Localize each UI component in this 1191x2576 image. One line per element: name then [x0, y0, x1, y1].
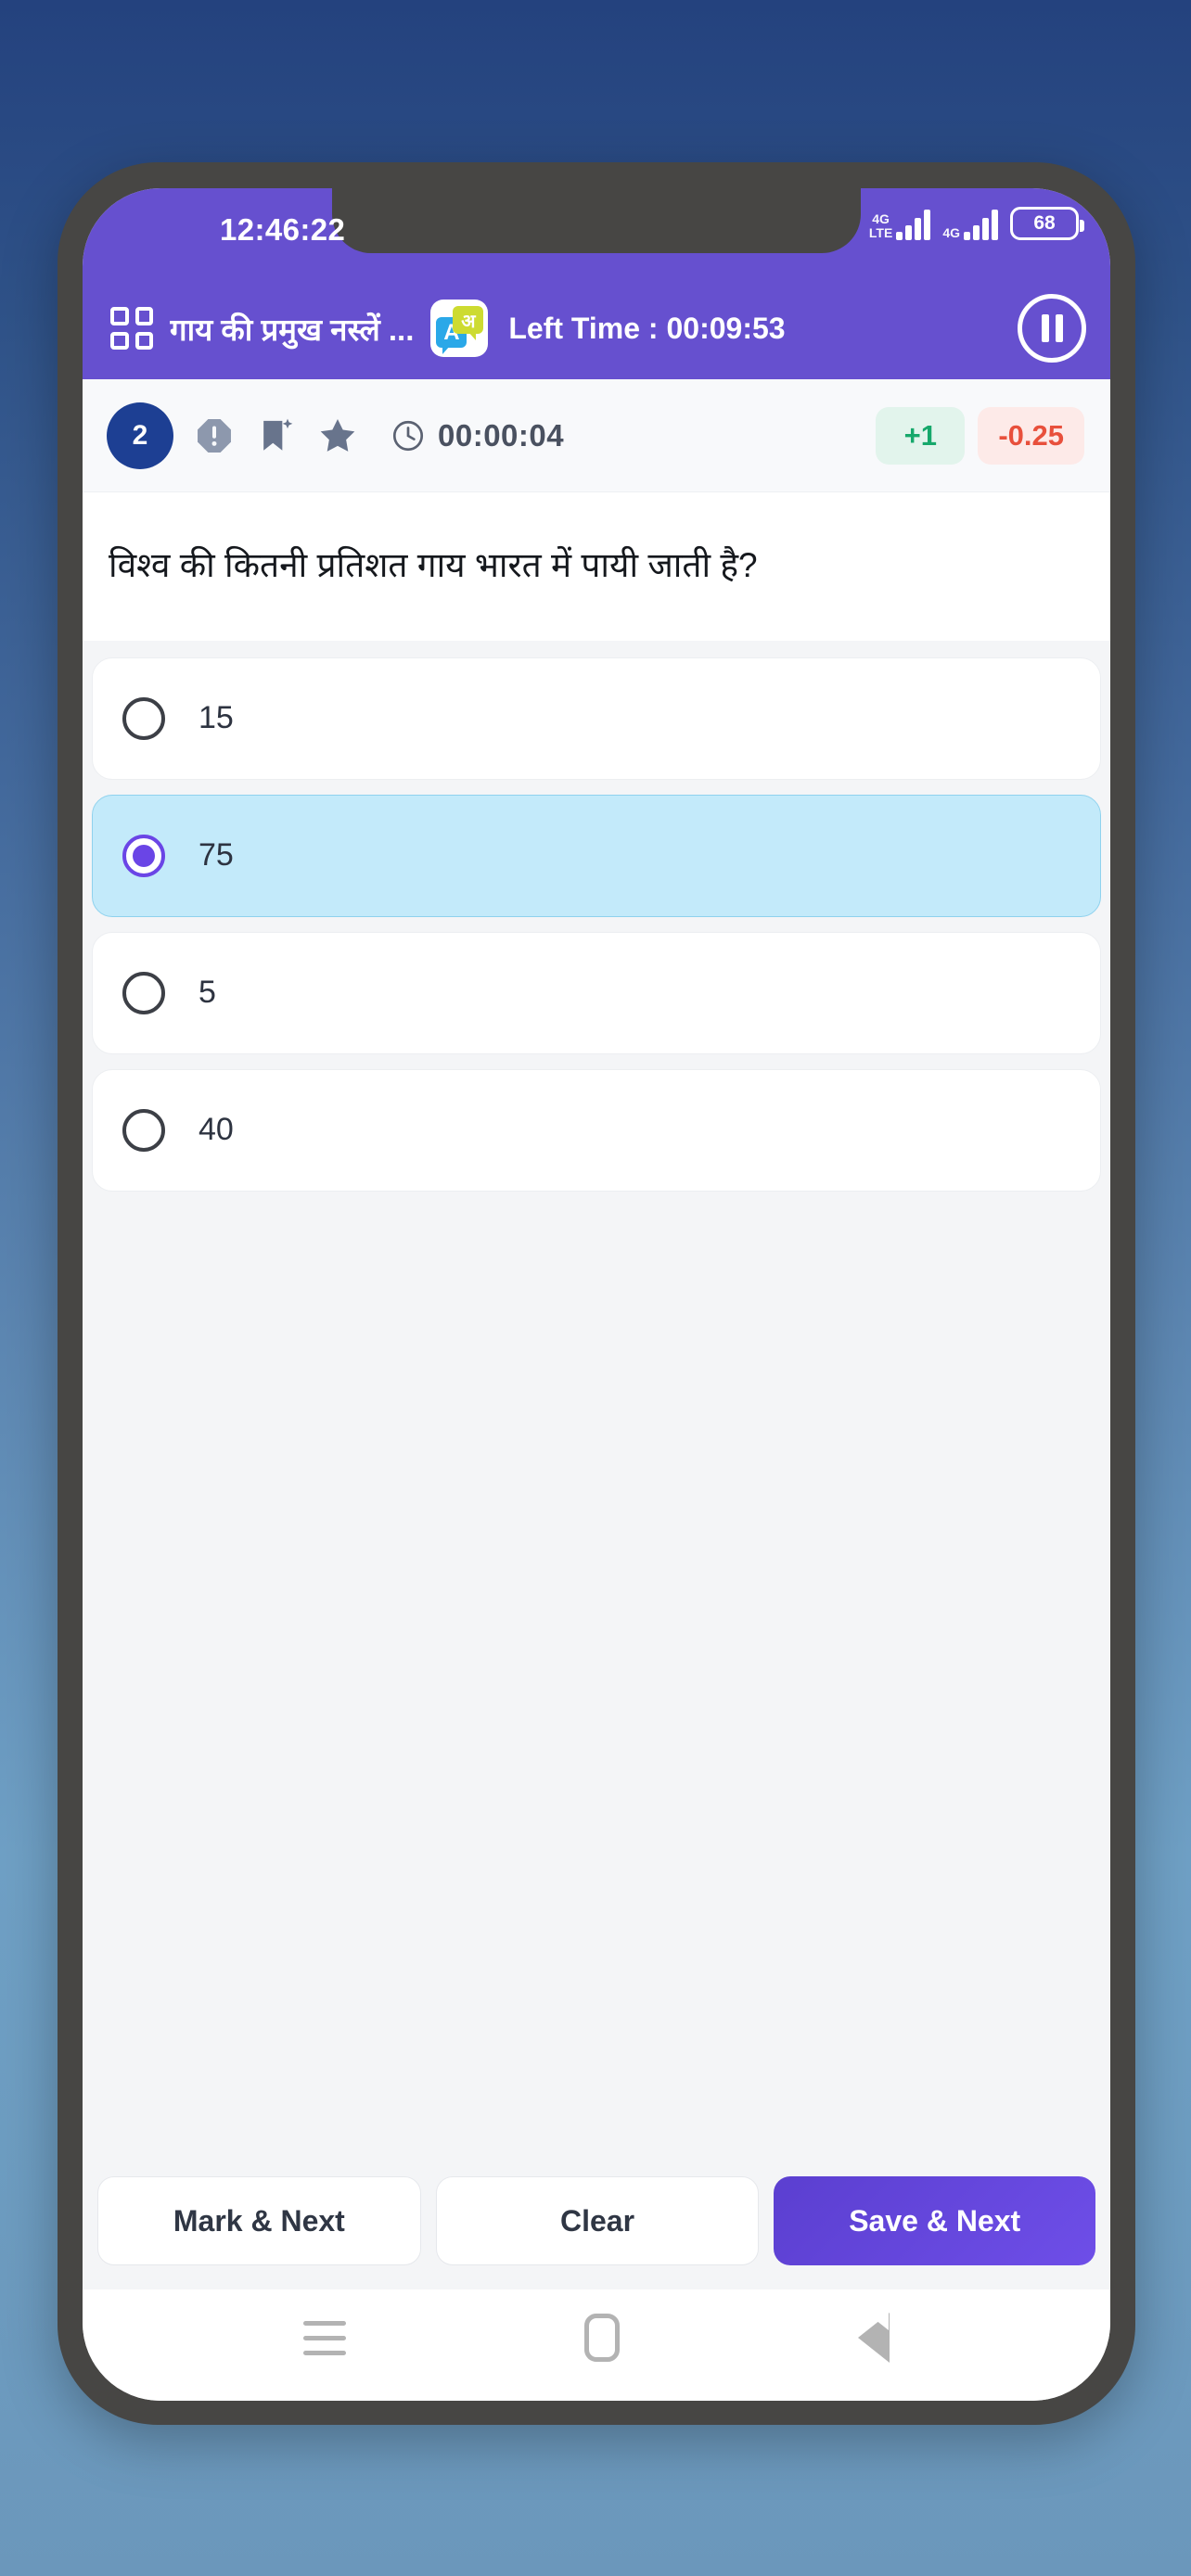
mark-and-next-button[interactable]: Mark & Next [97, 2176, 421, 2265]
marks-chips: +1 -0.25 [876, 406, 1092, 465]
left-time-label: Left Time : 00:09:53 [508, 311, 786, 345]
bookmark-icon[interactable] [255, 415, 296, 456]
display-notch [332, 188, 861, 253]
option-label: 40 [198, 1112, 234, 1148]
pause-button[interactable] [1018, 294, 1086, 363]
network-indicator-2: 4G [942, 209, 998, 240]
battery-level-text: 68 [1033, 212, 1056, 234]
translate-icon-devanagari: अ [453, 306, 484, 340]
phone-frame: 12:46:22 4G LTE 4G 68 गाय की प्रमुख नस्ल… [58, 162, 1135, 2425]
signal-bars-icon-2 [964, 209, 998, 240]
status-bar: 12:46:22 4G LTE 4G 68 [83, 188, 1110, 277]
translate-icon[interactable]: A अ [430, 300, 489, 357]
page-title: गाय की प्रमुख नस्लें ... [170, 312, 415, 347]
clear-button[interactable]: Clear [435, 2176, 760, 2265]
elapsed-time-text: 00:00:04 [438, 417, 565, 453]
radio-icon[interactable] [122, 696, 165, 740]
option-label: 75 [198, 837, 234, 874]
option-item[interactable]: 5 [92, 931, 1101, 1054]
radio-icon[interactable] [122, 834, 165, 877]
action-bar: Mark & Next Clear Save & Next [83, 2162, 1110, 2289]
app-header: गाय की प्रमुख नस्लें ... A अ Left Time :… [83, 277, 1110, 379]
option-label: 5 [198, 975, 216, 1011]
network-label-1: 4G LTE [868, 211, 893, 240]
network-indicator-1: 4G LTE [868, 209, 931, 240]
question-toolbar: 2 00:00:04 +1 -0.25 [83, 379, 1110, 492]
clock-icon [392, 420, 424, 451]
radio-icon[interactable] [122, 1108, 165, 1152]
options-list: 15 75 5 40 [83, 641, 1110, 1206]
question-body: विश्व की कितनी प्रतिशत गाय भारत में पायी… [83, 492, 1110, 2162]
android-nav-bar [83, 2289, 1110, 2401]
battery-icon: 68 [1010, 207, 1084, 240]
option-item[interactable]: 40 [92, 1068, 1101, 1192]
positive-marks-badge: +1 [876, 406, 966, 465]
report-warning-icon[interactable] [194, 415, 235, 456]
question-text: विश्व की कितनी प्रतिशत गाय भारत में पायी… [83, 492, 1110, 641]
grid-menu-icon[interactable] [110, 307, 153, 350]
phone-screen: 12:46:22 4G LTE 4G 68 गाय की प्रमुख नस्ल… [83, 188, 1110, 2401]
option-item[interactable]: 15 [92, 657, 1101, 780]
recents-icon[interactable] [303, 2320, 347, 2355]
star-icon[interactable] [316, 414, 359, 457]
status-bar-indicators: 4G LTE 4G 68 [868, 207, 1084, 240]
home-icon[interactable] [583, 2314, 620, 2362]
elapsed-timer: 00:00:04 [391, 418, 564, 453]
option-item[interactable]: 75 [92, 794, 1101, 917]
status-bar-clock: 12:46:22 [220, 212, 346, 247]
negative-marks-badge: -0.25 [978, 406, 1084, 465]
option-label: 15 [198, 700, 234, 736]
signal-bars-icon-1 [896, 209, 931, 240]
radio-icon[interactable] [122, 971, 165, 1014]
save-and-next-button[interactable]: Save & Next [774, 2176, 1096, 2265]
network-label-2: 4G [942, 225, 960, 240]
question-number-badge[interactable]: 2 [107, 402, 173, 469]
back-icon[interactable] [857, 2295, 890, 2363]
